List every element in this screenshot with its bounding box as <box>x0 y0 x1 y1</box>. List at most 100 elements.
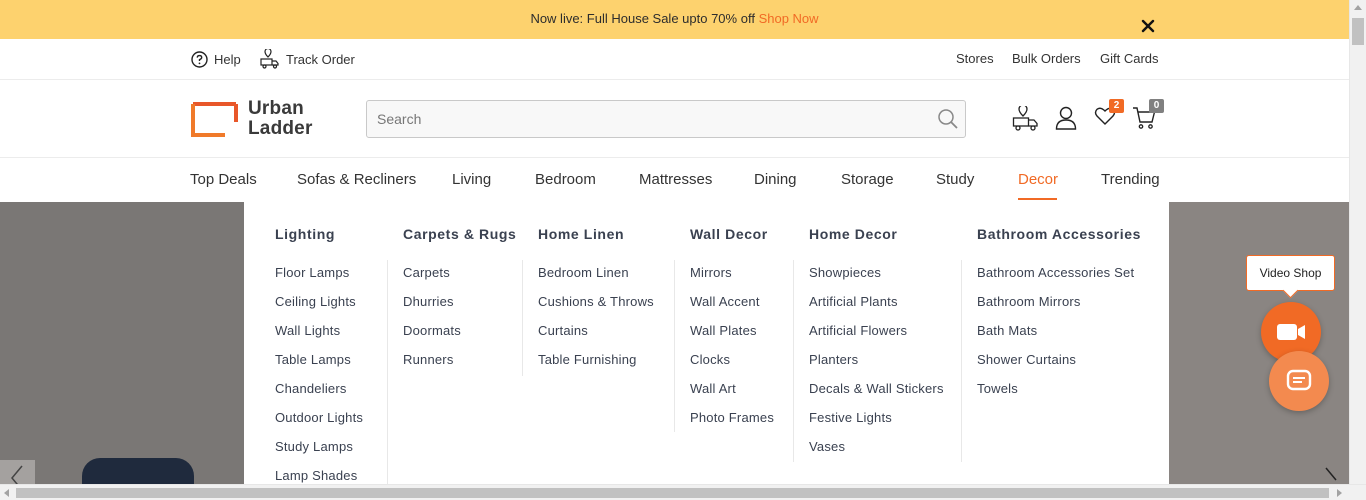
cart-count-badge: 0 <box>1149 99 1164 113</box>
nav-item-bedroom[interactable]: Bedroom <box>535 170 596 190</box>
nav-item-study[interactable]: Study <box>936 170 974 190</box>
mega-column-title[interactable]: Home Linen <box>538 226 624 242</box>
help-icon <box>191 50 208 68</box>
nav-item-decor[interactable]: Decor <box>1018 170 1058 190</box>
scroll-right-arrow-icon[interactable] <box>1337 489 1342 497</box>
help-link[interactable]: Help <box>191 49 241 69</box>
mega-link-bedroom-linen[interactable]: Bedroom Linen <box>538 264 654 293</box>
mega-link-artificial-flowers[interactable]: Artificial Flowers <box>809 322 944 351</box>
nav-item-storage[interactable]: Storage <box>841 170 894 190</box>
mega-link-wall-plates[interactable]: Wall Plates <box>690 322 774 351</box>
urban-ladder-logo[interactable]: Urban Ladder <box>191 99 313 139</box>
utility-bar: Help Track Order Stores Bulk Orders Gift… <box>0 39 1349 80</box>
store-locator-icon[interactable] <box>1012 104 1040 137</box>
announcement-text: Now live: Full House Sale upto 70% off <box>530 11 755 26</box>
wishlist-count-badge: 2 <box>1109 99 1124 113</box>
nav-item-sofas-recliners[interactable]: Sofas & Recliners <box>297 170 416 190</box>
mega-link-table-furnishing[interactable]: Table Furnishing <box>538 351 654 380</box>
mega-link-doormats[interactable]: Doormats <box>403 322 461 351</box>
hero-sofa-image <box>82 458 194 484</box>
mega-divider <box>961 260 962 462</box>
nav-active-underline <box>1018 198 1057 200</box>
mega-divider <box>522 260 523 376</box>
vertical-scrollbar[interactable] <box>1349 0 1366 484</box>
mega-link-showpieces[interactable]: Showpieces <box>809 264 944 293</box>
mega-column-title[interactable]: Carpets & Rugs <box>403 226 516 242</box>
mega-link-lamp-shades[interactable]: Lamp Shades <box>275 467 363 484</box>
mega-link-mirrors[interactable]: Mirrors <box>690 264 774 293</box>
wishlist-heart-icon[interactable]: 2 <box>1094 99 1124 131</box>
horizontal-scroll-thumb[interactable] <box>16 488 1329 498</box>
decor-mega-menu: Lighting Floor Lamps Ceiling Lights Wall… <box>244 202 1169 484</box>
bulk-orders-link[interactable]: Bulk Orders <box>1012 49 1081 69</box>
mega-link-outdoor-lights[interactable]: Outdoor Lights <box>275 409 363 438</box>
mega-divider <box>793 260 794 462</box>
mega-link-curtains[interactable]: Curtains <box>538 322 654 351</box>
search-icon[interactable] <box>937 108 959 135</box>
mega-link-wall-art[interactable]: Wall Art <box>690 380 774 409</box>
mega-divider <box>674 260 675 432</box>
main-navigation: Top Deals Sofas & Recliners Living Bedro… <box>0 159 1349 202</box>
mega-link-floor-lamps[interactable]: Floor Lamps <box>275 264 363 293</box>
nav-item-mattresses[interactable]: Mattresses <box>639 170 712 190</box>
close-icon[interactable] <box>1140 11 1156 33</box>
search-input[interactable] <box>367 101 927 137</box>
hero-next-arrow[interactable] <box>1316 458 1346 484</box>
mega-link-carpets[interactable]: Carpets <box>403 264 461 293</box>
mega-link-cushions-throws[interactable]: Cushions & Throws <box>538 293 654 322</box>
mega-link-wall-lights[interactable]: Wall Lights <box>275 322 363 351</box>
track-order-icon <box>260 49 279 69</box>
mega-link-decals-wall-stickers[interactable]: Decals & Wall Stickers <box>809 380 944 409</box>
mega-link-dhurries[interactable]: Dhurries <box>403 293 461 322</box>
cart-icon[interactable]: 0 <box>1132 99 1164 135</box>
mega-link-towels[interactable]: Towels <box>977 380 1134 409</box>
chat-button[interactable] <box>1269 351 1329 411</box>
scroll-up-arrow-icon[interactable] <box>1354 5 1362 10</box>
mega-link-table-lamps[interactable]: Table Lamps <box>275 351 363 380</box>
gift-cards-link[interactable]: Gift Cards <box>1100 49 1159 69</box>
mega-link-ceiling-lights[interactable]: Ceiling Lights <box>275 293 363 322</box>
track-order-label: Track Order <box>286 51 355 67</box>
mega-link-runners[interactable]: Runners <box>403 351 461 380</box>
help-label: Help <box>214 51 241 67</box>
user-account-icon[interactable] <box>1055 106 1077 135</box>
logo-text-ladder: Ladder <box>248 118 313 139</box>
mega-link-artificial-plants[interactable]: Artificial Plants <box>809 293 944 322</box>
mega-link-festive-lights[interactable]: Festive Lights <box>809 409 944 438</box>
mega-column-title[interactable]: Lighting <box>275 226 335 242</box>
search-box <box>366 100 966 138</box>
nav-item-top-deals[interactable]: Top Deals <box>190 170 257 190</box>
scroll-left-arrow-icon[interactable] <box>4 489 9 497</box>
horizontal-scrollbar[interactable] <box>0 484 1366 500</box>
vertical-scroll-thumb[interactable] <box>1352 18 1364 45</box>
mega-link-shower-curtains[interactable]: Shower Curtains <box>977 351 1134 380</box>
mega-link-bath-mats[interactable]: Bath Mats <box>977 322 1134 351</box>
hero-prev-arrow[interactable] <box>0 460 35 484</box>
mega-link-study-lamps[interactable]: Study Lamps <box>275 438 363 467</box>
chat-icon <box>1286 369 1312 391</box>
mega-column-title[interactable]: Wall Decor <box>690 226 768 242</box>
mega-column-title[interactable]: Bathroom Accessories <box>977 226 1141 242</box>
mega-link-chandeliers[interactable]: Chandeliers <box>275 380 363 409</box>
hero-right-panel <box>1169 202 1349 484</box>
stores-link[interactable]: Stores <box>956 49 994 69</box>
mega-link-vases[interactable]: Vases <box>809 438 944 467</box>
mega-link-bathroom-accessories-set[interactable]: Bathroom Accessories Set <box>977 264 1134 293</box>
mega-link-clocks[interactable]: Clocks <box>690 351 774 380</box>
mega-link-photo-frames[interactable]: Photo Frames <box>690 409 774 438</box>
main-header: Urban Ladder 2 0 <box>0 80 1349 158</box>
mega-link-wall-accent[interactable]: Wall Accent <box>690 293 774 322</box>
announcement-bar: Now live: Full House Sale upto 70% off S… <box>0 0 1349 39</box>
track-order-link[interactable]: Track Order <box>260 49 355 69</box>
logo-text-urban: Urban <box>248 98 304 119</box>
mega-link-bathroom-mirrors[interactable]: Bathroom Mirrors <box>977 293 1134 322</box>
nav-item-dining[interactable]: Dining <box>754 170 797 190</box>
mega-divider <box>387 260 388 484</box>
shop-now-link[interactable]: Shop Now <box>759 11 819 26</box>
nav-item-living[interactable]: Living <box>452 170 491 190</box>
mega-link-planters[interactable]: Planters <box>809 351 944 380</box>
nav-item-trending[interactable]: Trending <box>1101 170 1160 190</box>
video-shop-tooltip[interactable]: Video Shop <box>1246 255 1335 291</box>
mega-column-title[interactable]: Home Decor <box>809 226 897 242</box>
logo-mark-icon <box>191 101 238 137</box>
